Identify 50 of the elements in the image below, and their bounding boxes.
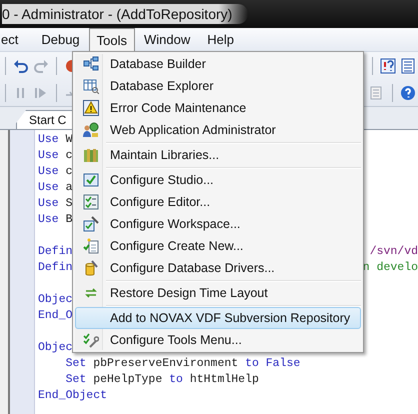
users-globe-icon xyxy=(82,122,98,138)
undo-icon[interactable] xyxy=(13,58,29,74)
database-icon xyxy=(82,260,98,276)
code-line: Defin xyxy=(38,260,73,276)
code-fragment: n develo xyxy=(362,260,418,276)
code-line: Use c xyxy=(38,164,73,180)
menu-item[interactable]: Error Code Maintenance xyxy=(75,97,361,119)
new-document-icon xyxy=(82,238,98,254)
menu-item[interactable]: Database Explorer xyxy=(75,75,361,97)
menu-item[interactable]: Configure Create New... xyxy=(75,235,361,257)
code-line: Use a xyxy=(38,180,73,196)
menu-item[interactable]: Restore Design Time Layout xyxy=(75,282,361,304)
menu-item[interactable]: Web Application Administrator xyxy=(75,119,361,141)
window-title: 0 - Administrator - (AddToRepository) xyxy=(2,4,248,24)
menu-item[interactable]: Configure Database Drivers... xyxy=(75,257,361,279)
menu-item[interactable]: Database Builder xyxy=(75,53,361,75)
list-icon[interactable] xyxy=(400,58,416,74)
menu-bar-item[interactable]: Debug xyxy=(33,28,88,51)
menu-bar-item[interactable]: ect xyxy=(0,28,26,51)
diagram-icon xyxy=(82,56,98,72)
code-fragment: /svn/vd xyxy=(370,244,418,260)
code-line: Objec xyxy=(38,340,73,356)
code-line: Use W xyxy=(38,132,73,148)
code-line: Set peHelpType to htHtmlHelp xyxy=(64,372,259,388)
checklist-icon xyxy=(82,194,98,210)
code-line: End_Object xyxy=(38,388,108,404)
menu-item[interactable]: Configure Studio... xyxy=(75,169,361,191)
code-line: Objec xyxy=(38,292,73,308)
code-line: Use c xyxy=(38,148,73,164)
code-line: Use S xyxy=(38,196,73,212)
menu-bar-item[interactable]: Help xyxy=(199,28,242,51)
table-icon xyxy=(82,78,98,94)
code-line: End_O xyxy=(38,308,73,324)
warning-icon xyxy=(82,100,98,116)
code-line: Set pbPreserveEnvironment to False xyxy=(64,356,300,372)
check-wrench-icon xyxy=(82,332,98,348)
error-help-icon[interactable] xyxy=(380,58,396,74)
menu-item[interactable]: Maintain Libraries... xyxy=(75,144,361,166)
menu-item[interactable]: Add to NOVAX VDF Subversion Repository xyxy=(75,307,361,329)
help-icon[interactable] xyxy=(400,84,416,100)
menu-item[interactable]: Configure Tools Menu... xyxy=(75,329,361,351)
code-line: Use B xyxy=(38,212,73,228)
menu-item[interactable]: Configure Workspace... xyxy=(75,213,361,235)
books-icon xyxy=(82,147,98,163)
checkbox-icon xyxy=(82,172,98,188)
menu-bar-item[interactable]: Tools xyxy=(88,28,136,51)
checkbox-tools-icon xyxy=(82,216,98,232)
code-line: Defin xyxy=(38,244,73,260)
menu-item[interactable]: Configure Editor... xyxy=(75,191,361,213)
menu-bar-item[interactable]: Window xyxy=(136,28,198,51)
